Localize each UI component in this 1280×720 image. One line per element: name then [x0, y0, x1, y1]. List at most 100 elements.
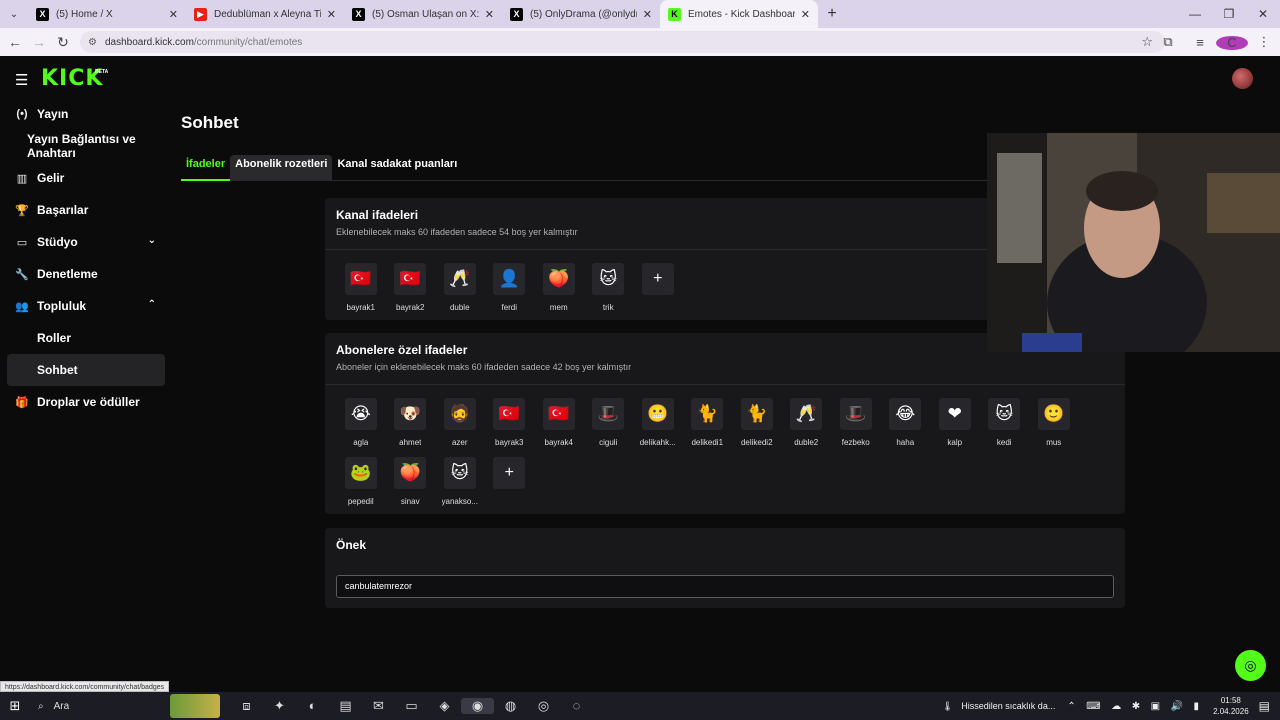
windows-start-icon[interactable]: ⊞ [0, 698, 30, 714]
outlook-icon[interactable]: ✉ [362, 698, 395, 714]
taskbar-search[interactable]: ⌕ Ara [30, 692, 220, 720]
add-emote-button[interactable]: + [485, 457, 535, 516]
browser-menu-icon[interactable]: ⋮ [1248, 34, 1280, 50]
site-info-icon[interactable]: ⚙ [88, 37, 97, 48]
profile-icon[interactable]: C [1216, 35, 1248, 50]
chevron-down-icon[interactable]: ⌄ [148, 235, 156, 246]
emote-item[interactable]: 😬 delikahk... [633, 398, 683, 457]
prefix-input[interactable]: canbulatemrezor [336, 575, 1114, 598]
tab-1[interactable]: Abonelik rozetleri [230, 155, 333, 181]
app-icon[interactable]: ◈ [428, 698, 461, 714]
task-view-icon[interactable]: ⧈ [230, 698, 263, 714]
sidebar-item[interactable]: 🔧 Denetleme [0, 258, 172, 290]
browser-tab[interactable]: ▶ Dedublüman x Aleyna Tilki - Sa ✕ [186, 0, 344, 28]
new-tab-button[interactable]: + [818, 5, 846, 23]
emote-item[interactable]: 😭 agla [336, 398, 386, 457]
close-window-icon[interactable]: ✕ [1246, 0, 1280, 28]
reload-icon[interactable]: ↻ [51, 34, 75, 51]
browser-tab[interactable]: X (5) Home / X ✕ [28, 0, 186, 28]
emote-item[interactable]: 🍑 sinav [386, 457, 436, 516]
emote-image: ❤ [938, 398, 971, 430]
add-emote-button[interactable]: + [633, 263, 683, 322]
emote-item[interactable]: 🇹🇷 bayrak4 [534, 398, 584, 457]
emote-image: 🍑 [542, 263, 575, 295]
steam-icon[interactable]: ◎ [527, 698, 560, 714]
emote-item[interactable]: 🇹🇷 bayrak3 [485, 398, 535, 457]
emote-item[interactable]: 🐶 ahmet [386, 398, 436, 457]
emote-item[interactable]: 🥂 duble [435, 263, 485, 322]
tab-2[interactable]: Kanal sadakat puanları [332, 155, 462, 181]
emote-item[interactable]: 🐱 kedi [980, 398, 1030, 457]
user-avatar[interactable] [1232, 68, 1253, 89]
emote-item[interactable]: 🐈 delikedi1 [683, 398, 733, 457]
tray-app-icon[interactable]: ⌨ [1086, 701, 1100, 712]
recorder-icon[interactable]: ◌ [560, 698, 593, 714]
emote-item[interactable]: 🧔 azer [435, 398, 485, 457]
extensions-icon[interactable]: ⧉ [1152, 34, 1184, 50]
file-explorer-icon[interactable]: ▤ [329, 698, 362, 714]
emote-item[interactable]: ❤ kalp [930, 398, 980, 457]
media-control-icon[interactable]: ≡ [1184, 35, 1216, 50]
close-tab-icon[interactable]: ✕ [801, 8, 810, 21]
emote-item[interactable]: 🐈 delikedi2 [732, 398, 782, 457]
emote-item[interactable]: 🐱 trik [584, 263, 634, 322]
emote-item[interactable]: 🇹🇷 bayrak2 [386, 263, 436, 322]
url-input[interactable]: ⚙ dashboard.kick.com/community/chat/emot… [80, 31, 1165, 53]
emote-item[interactable]: 🐸 pepedil [336, 457, 386, 516]
emote-item[interactable]: 🥂 duble2 [782, 398, 832, 457]
sidebar-item[interactable]: Roller [0, 322, 172, 354]
sidebar-item[interactable]: ▭ Stüdyo ⌄ [0, 226, 172, 258]
emote-name: bayrak4 [544, 438, 573, 447]
sidebar-item[interactable]: (•) Yayın [0, 98, 172, 130]
emote-name: azer [451, 438, 468, 447]
close-tab-icon[interactable]: ✕ [327, 8, 336, 21]
restore-icon[interactable]: ❐ [1212, 0, 1246, 28]
browser-tab[interactable]: K Emotes - Kick Dashboard ✕ [660, 0, 818, 28]
emote-name: pepedil [347, 497, 374, 506]
back-icon[interactable]: ← [3, 34, 27, 50]
chrome-icon[interactable]: ◉ [461, 698, 494, 714]
emote-name: bayrak3 [495, 438, 524, 447]
clock[interactable]: 01:58 2.04.2026 [1213, 695, 1249, 717]
browser-tab[interactable]: X (5) Osman Ulaşan on X: "Otobü ✕ [344, 0, 502, 28]
close-tab-icon[interactable]: ✕ [643, 8, 652, 21]
sidebar-item[interactable]: Yayın Bağlantısı ve Anahtarı [0, 130, 172, 162]
sidebar-item[interactable]: 👥 Topluluk ⌃ [0, 290, 172, 322]
emote-item[interactable]: 🐱 yanakso... [435, 457, 485, 516]
folder-icon[interactable]: ▭ [395, 698, 428, 714]
tab-search-icon[interactable]: ⌄ [0, 0, 28, 28]
edge-icon[interactable]: ◐ [296, 698, 329, 714]
tray-bluetooth-icon[interactable]: ✱ [1132, 701, 1140, 712]
sidebar-item[interactable]: 🎁 Droplar ve ödüller [0, 386, 172, 418]
close-tab-icon[interactable]: ✕ [485, 8, 494, 21]
battery-icon[interactable]: ▮ [1194, 701, 1200, 712]
tray-weather-icon[interactable]: ☁ [1111, 701, 1121, 712]
notifications-icon[interactable]: ▤ [1259, 699, 1270, 713]
discord-icon[interactable]: ◍ [494, 698, 527, 714]
forward-icon[interactable]: → [27, 34, 51, 50]
tray-overflow-icon[interactable]: ⌃ [1067, 701, 1075, 712]
emote-item[interactable]: 😂 haha [881, 398, 931, 457]
emote-item[interactable]: 🍑 mem [534, 263, 584, 322]
emote-item[interactable]: 👤 ferdi [485, 263, 535, 322]
sidebar-item[interactable]: ▥ Gelir [0, 162, 172, 194]
network-icon[interactable]: ▣ [1151, 701, 1160, 712]
emote-item[interactable]: 🎩 ciguli [584, 398, 634, 457]
sidebar-item[interactable]: 🏆 Başarılar [0, 194, 172, 226]
support-chat-icon[interactable]: ◎ [1235, 650, 1266, 681]
copilot-icon[interactable]: ✦ [263, 698, 296, 714]
emote-item[interactable]: 🎩 fezbeko [831, 398, 881, 457]
volume-icon[interactable]: 🔊 [1171, 701, 1183, 712]
browser-tab[interactable]: X (5) OnlyDrama (@onlydramaX) ✕ [502, 0, 660, 28]
emote-item[interactable]: 🇹🇷 bayrak1 [336, 263, 386, 322]
emote-image: 🐈 [740, 398, 773, 430]
minimize-icon[interactable]: — [1178, 0, 1212, 28]
chevron-up-icon[interactable]: ⌃ [148, 299, 156, 310]
hamburger-menu-icon[interactable]: ☰ [15, 71, 28, 89]
close-tab-icon[interactable]: ✕ [169, 8, 178, 21]
emote-name: delikedi1 [691, 438, 724, 447]
sidebar-item[interactable]: Sohbet [7, 354, 165, 386]
weather-widget[interactable]: 🌡 Hissedilen sıcaklık da... [942, 701, 1055, 712]
tab-0[interactable]: İfadeler [181, 155, 231, 181]
emote-item[interactable]: 🙂 mus [1029, 398, 1079, 457]
